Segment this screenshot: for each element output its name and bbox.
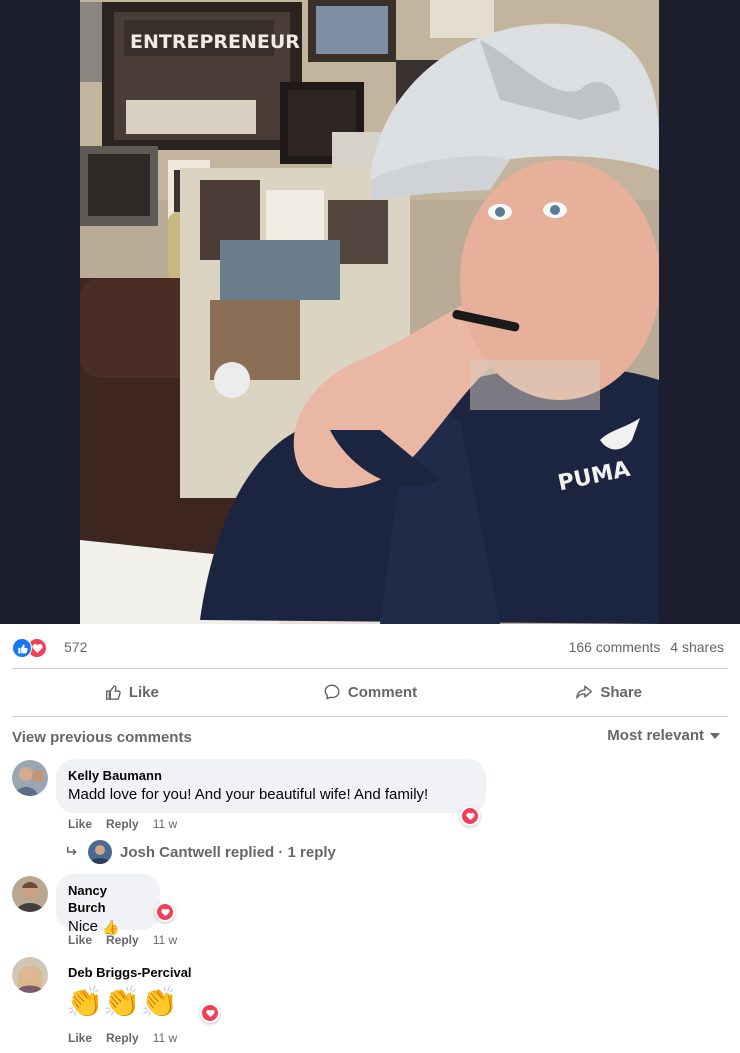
comment-bubble: Kelly Baumann Madd love for you! And you…	[56, 759, 486, 813]
like-button[interactable]: Like	[12, 674, 251, 710]
sort-label: Most relevant	[607, 727, 704, 744]
reply-thread-text: Josh Cantwell replied · 1 reply	[120, 843, 336, 861]
poster-text: ENTREPRENEUR	[130, 31, 300, 53]
comment-sort-dropdown[interactable]: Most relevant	[607, 727, 720, 744]
comment-timestamp[interactable]: 11 w	[153, 1031, 177, 1045]
view-previous-comments[interactable]: View previous comments	[12, 729, 192, 746]
reaction-icons[interactable]	[12, 638, 60, 658]
comment-actions: Like Reply 11 w	[68, 817, 177, 831]
comment-author[interactable]: Deb Briggs-Percival	[68, 964, 192, 981]
comment-reaction[interactable]	[200, 1003, 220, 1023]
share-icon	[576, 685, 593, 699]
comment-author[interactable]: Kelly Baumann	[68, 767, 474, 784]
comment-text: Madd love for you! And your beautiful wi…	[68, 786, 429, 803]
reaction-summary: 572 166 comments 4 shares	[12, 636, 728, 660]
share-button-label: Share	[600, 683, 643, 701]
comment-count[interactable]: 166 comments	[569, 639, 661, 655]
photo-background: ENTREPRENEUR PUMA	[0, 0, 740, 624]
comment-like-link[interactable]: Like	[68, 1031, 92, 1045]
comment-actions: Like Reply 11 w	[68, 1031, 177, 1045]
love-icon	[202, 1005, 218, 1021]
comment-author[interactable]: Nancy Burch	[68, 882, 148, 916]
like-icon	[12, 638, 32, 658]
comment-like-link[interactable]: Like	[68, 817, 92, 831]
comment-reaction[interactable]	[460, 806, 480, 826]
comment-button-label: Comment	[347, 683, 418, 701]
share-count[interactable]: 4 shares	[670, 639, 724, 655]
divider	[12, 716, 728, 717]
avatar[interactable]	[12, 957, 48, 993]
avatar[interactable]	[12, 760, 48, 796]
avatar	[88, 840, 112, 864]
comment-reply-link[interactable]: Reply	[106, 933, 139, 947]
share-button[interactable]: Share	[489, 674, 728, 710]
love-icon	[157, 904, 173, 920]
post-counts: 166 comments 4 shares	[563, 639, 724, 655]
comment-timestamp[interactable]: 11 w	[153, 933, 177, 947]
like-button-label: Like	[128, 683, 159, 701]
comment-reply-link[interactable]: Reply	[106, 817, 139, 831]
comment-like-link[interactable]: Like	[68, 933, 92, 947]
love-icon	[462, 808, 478, 824]
comment-reply-link[interactable]: Reply	[106, 1031, 139, 1045]
post-actions: Like Comment Share	[12, 674, 728, 710]
comment-actions: Like Reply 11 w	[68, 933, 177, 947]
comment-bubble: Nancy Burch Nice 👍	[56, 874, 160, 935]
divider	[12, 668, 728, 669]
comment-reaction[interactable]	[155, 902, 175, 922]
caret-down-icon	[710, 732, 720, 739]
thumbs-up-icon	[105, 685, 121, 700]
comment-timestamp[interactable]: 11 w	[153, 817, 177, 831]
comment-emoji-sticker: 👏👏👏	[66, 986, 179, 1019]
post-photo[interactable]: ENTREPRENEUR PUMA	[80, 0, 659, 624]
comment-icon	[324, 684, 340, 700]
avatar[interactable]	[12, 876, 48, 912]
reply-thread-link[interactable]: Josh Cantwell replied · 1 reply	[66, 840, 336, 864]
comment-button[interactable]: Comment	[251, 674, 490, 710]
reaction-count[interactable]: 572	[64, 639, 87, 655]
reply-arrow-icon	[66, 846, 77, 856]
